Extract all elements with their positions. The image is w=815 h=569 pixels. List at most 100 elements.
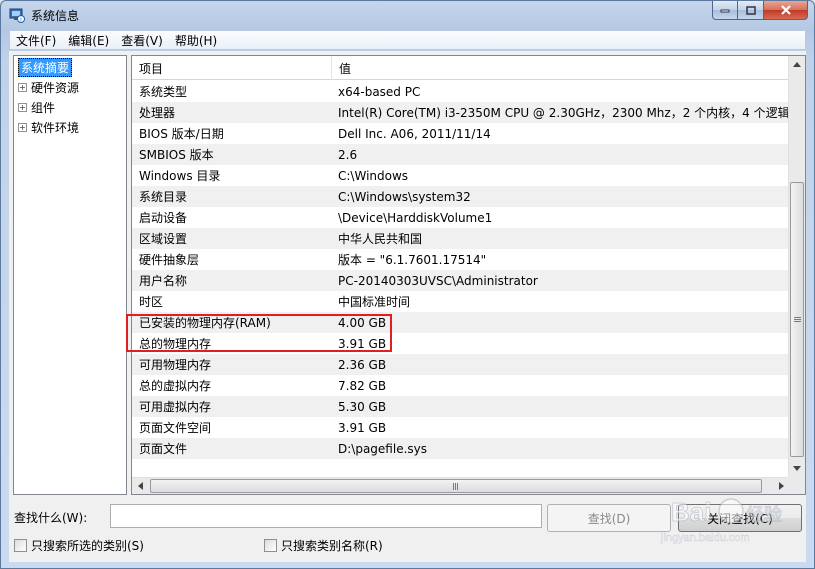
row-value-cell: 7.82 GB bbox=[338, 378, 387, 393]
table-row[interactable]: 硬件抽象层 版本 = "6.1.7601.17514" bbox=[132, 249, 789, 270]
window-title: 系统信息 bbox=[31, 9, 80, 23]
system-info-window: i 系统信息 文件(F) 编辑(E) 查看(V) 帮助(H) 系统摘要 + 硬件… bbox=[0, 0, 815, 569]
row-value-cell: 4.00 GB bbox=[338, 315, 387, 330]
expand-icon[interactable]: + bbox=[18, 123, 27, 132]
row-item-cell: 硬件抽象层 bbox=[139, 253, 200, 267]
row-item-cell: 时区 bbox=[139, 295, 164, 309]
checkbox-label: 只搜索类别名称(R) bbox=[281, 539, 383, 553]
search-selected-category-checkbox[interactable]: 只搜索所选的类别(S) bbox=[14, 537, 144, 554]
maximize-button[interactable] bbox=[738, 1, 764, 20]
tree-item-system-summary[interactable]: 系统摘要 bbox=[18, 58, 73, 77]
tree-item-components[interactable]: + 组件 bbox=[18, 99, 55, 116]
row-item-cell: BIOS 版本/日期 bbox=[139, 127, 224, 141]
row-value-cell: 3.91 GB bbox=[338, 420, 387, 435]
scroll-left-button[interactable] bbox=[132, 478, 148, 494]
table-row[interactable]: 可用虚拟内存 5.30 GB bbox=[132, 396, 789, 417]
table-row[interactable]: 页面文件空间 3.91 GB bbox=[132, 417, 789, 438]
row-item-cell: 总的物理内存 bbox=[139, 337, 212, 351]
row-value-cell: 版本 = "6.1.7601.17514" bbox=[338, 253, 487, 267]
minimize-icon bbox=[720, 9, 730, 13]
checkbox-label: 只搜索所选的类别(S) bbox=[31, 539, 144, 553]
tree-item-label: 软件环境 bbox=[31, 121, 80, 135]
row-value-cell: Dell Inc. A06, 2011/11/14 bbox=[338, 126, 491, 141]
find-label: 查找什么(W): bbox=[14, 511, 88, 525]
list-header: 项目 值 bbox=[132, 56, 789, 80]
row-value-cell: 3.91 GB bbox=[338, 336, 387, 351]
horizontal-scroll-thumb[interactable] bbox=[150, 479, 762, 493]
menu-view[interactable]: 查看(V) bbox=[115, 32, 169, 49]
vertical-scrollbar[interactable] bbox=[788, 56, 805, 477]
expand-icon[interactable]: + bbox=[18, 103, 27, 112]
scroll-up-button[interactable] bbox=[789, 56, 805, 73]
table-row[interactable]: 处理器 Intel(R) Core(TM) i3-2350M CPU @ 2.30… bbox=[132, 102, 789, 123]
chevron-right-icon bbox=[778, 482, 784, 490]
system-info-icon: i bbox=[9, 8, 25, 23]
chevron-down-icon bbox=[793, 466, 801, 471]
table-row[interactable]: 已安装的物理内存(RAM) 4.00 GB bbox=[132, 312, 789, 333]
table-row[interactable]: SMBIOS 版本 2.6 bbox=[132, 144, 789, 165]
table-row[interactable]: 时区 中国标准时间 bbox=[132, 291, 789, 312]
row-item-cell: 启动设备 bbox=[139, 211, 188, 225]
checkbox-box[interactable] bbox=[264, 539, 277, 552]
search-category-names-checkbox[interactable]: 只搜索类别名称(R) bbox=[264, 537, 383, 554]
row-item-cell: SMBIOS 版本 bbox=[139, 148, 214, 162]
find-input[interactable] bbox=[110, 504, 542, 528]
row-value-cell: PC-20140303UVSC\Administrator bbox=[338, 273, 538, 288]
row-item-cell: 处理器 bbox=[139, 106, 176, 120]
row-item-cell: 总的虚拟内存 bbox=[139, 379, 212, 393]
row-item-cell: 区域设置 bbox=[139, 232, 188, 246]
list-rows: 系统类型 x64-based PC 处理器 Intel(R) Core(TM) i3-… bbox=[132, 81, 789, 459]
vertical-scroll-thumb[interactable] bbox=[790, 182, 804, 457]
table-row[interactable]: 页面文件 D:\pagefile.sys bbox=[132, 438, 789, 459]
title-bar[interactable]: i 系统信息 bbox=[1, 1, 814, 29]
table-row[interactable]: 用户名称 PC-20140303UVSC\Administrator bbox=[132, 270, 789, 291]
column-header-item[interactable]: 项目 bbox=[132, 56, 332, 80]
tree-item-software-environment[interactable]: + 软件环境 bbox=[18, 119, 79, 136]
menu-edit[interactable]: 编辑(E) bbox=[62, 32, 115, 49]
table-row[interactable]: 系统类型 x64-based PC bbox=[132, 81, 789, 102]
table-row[interactable]: 总的虚拟内存 7.82 GB bbox=[132, 375, 789, 396]
menu-bar: 文件(F) 编辑(E) 查看(V) 帮助(H) bbox=[9, 30, 806, 50]
scroll-right-button[interactable] bbox=[773, 478, 789, 494]
table-row[interactable]: 可用物理内存 2.36 GB bbox=[132, 354, 789, 375]
table-row[interactable]: Windows 目录 C:\Windows bbox=[132, 165, 789, 186]
row-value-cell: 2.6 bbox=[338, 147, 358, 162]
expand-icon[interactable]: + bbox=[18, 83, 27, 92]
find-panel: 查找什么(W): 查找(D) 关闭查找(C) 只搜索所选的类别(S) 只搜索类别… bbox=[9, 499, 806, 562]
maximize-icon bbox=[745, 5, 756, 15]
row-item-cell: 页面文件 bbox=[139, 442, 188, 456]
row-value-cell: D:\pagefile.sys bbox=[338, 441, 427, 456]
table-row[interactable]: 区域设置 中华人民共和国 bbox=[132, 228, 789, 249]
tree-item-label: 硬件资源 bbox=[31, 81, 80, 95]
chevron-left-icon bbox=[137, 482, 143, 490]
checkbox-box[interactable] bbox=[14, 539, 27, 552]
table-row[interactable]: BIOS 版本/日期 Dell Inc. A06, 2011/11/14 bbox=[132, 123, 789, 144]
column-header-value[interactable]: 值 bbox=[332, 56, 789, 80]
minimize-button[interactable] bbox=[712, 1, 738, 20]
row-item-cell: 页面文件空间 bbox=[139, 421, 212, 435]
category-tree: 系统摘要 + 硬件资源 + 组件 + 软件环境 bbox=[13, 55, 127, 495]
row-item-cell: 已安装的物理内存(RAM) bbox=[139, 316, 271, 330]
close-window-button[interactable] bbox=[764, 1, 808, 20]
row-item-cell: 系统类型 bbox=[139, 85, 188, 99]
close-find-button[interactable]: 关闭查找(C) bbox=[678, 504, 802, 532]
menu-file[interactable]: 文件(F) bbox=[10, 32, 62, 49]
tree-item-hardware-resources[interactable]: + 硬件资源 bbox=[18, 79, 79, 96]
find-button[interactable]: 查找(D) bbox=[547, 504, 671, 532]
scrollbar-corner bbox=[788, 477, 805, 494]
horizontal-scrollbar[interactable] bbox=[132, 477, 789, 494]
tree-item-label: 组件 bbox=[31, 101, 56, 115]
table-row[interactable]: 总的物理内存 3.91 GB bbox=[132, 333, 789, 354]
row-value-cell: Intel(R) Core(TM) i3-2350M CPU @ 2.30GHz… bbox=[338, 106, 789, 120]
scroll-down-button[interactable] bbox=[789, 460, 805, 477]
row-value-cell: \Device\HarddiskVolume1 bbox=[338, 210, 493, 225]
row-value-cell: 5.30 GB bbox=[338, 399, 387, 414]
row-item-cell: 可用虚拟内存 bbox=[139, 400, 212, 414]
details-list: 项目 值 系统类型 x64-based PC 处理器 Intel(R) Core(TM… bbox=[131, 55, 806, 495]
table-row[interactable]: 启动设备 \Device\HarddiskVolume1 bbox=[132, 207, 789, 228]
row-value-cell: 中国标准时间 bbox=[338, 295, 411, 309]
table-row[interactable]: 系统目录 C:\Windows\system32 bbox=[132, 186, 789, 207]
menu-help[interactable]: 帮助(H) bbox=[169, 32, 223, 49]
chevron-up-icon bbox=[793, 62, 801, 67]
row-value-cell: x64-based PC bbox=[338, 84, 421, 99]
